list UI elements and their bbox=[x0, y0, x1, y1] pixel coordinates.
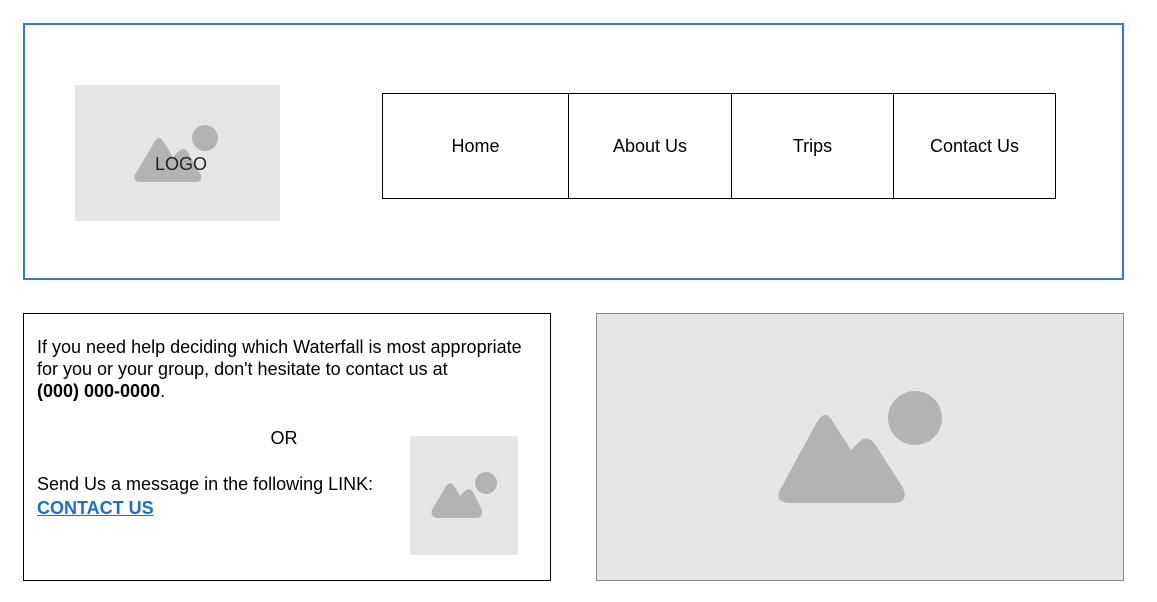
nav-contact-us[interactable]: Contact Us bbox=[893, 94, 1055, 198]
send-message-text: Send Us a message in the following LINK: bbox=[37, 474, 374, 494]
contact-us-link[interactable]: CONTACT US bbox=[37, 498, 154, 519]
image-placeholder-icon bbox=[431, 472, 497, 518]
phone-number: (000) 000-0000 bbox=[37, 381, 161, 401]
nav-home[interactable]: Home bbox=[383, 94, 568, 198]
contact-info-box: If you need help deciding which Waterfal… bbox=[23, 313, 551, 581]
logo-label: LOGO bbox=[154, 154, 207, 174]
header-banner: LOGO Home About Us Trips Contact Us bbox=[23, 23, 1124, 280]
phone-suffix: . bbox=[160, 381, 166, 401]
image-placeholder-icon bbox=[778, 391, 942, 503]
nav-about-us[interactable]: About Us bbox=[568, 94, 731, 198]
logo[interactable]: LOGO bbox=[75, 85, 280, 221]
small-image-placeholder bbox=[410, 436, 518, 555]
main-nav: Home About Us Trips Contact Us bbox=[382, 93, 1056, 199]
image-placeholder-icon bbox=[134, 125, 218, 182]
contact-intro-text: If you need help deciding which Waterfal… bbox=[37, 337, 522, 379]
large-image-placeholder bbox=[596, 313, 1124, 581]
contact-intro: If you need help deciding which Waterfal… bbox=[37, 336, 542, 402]
nav-trips[interactable]: Trips bbox=[731, 94, 893, 198]
